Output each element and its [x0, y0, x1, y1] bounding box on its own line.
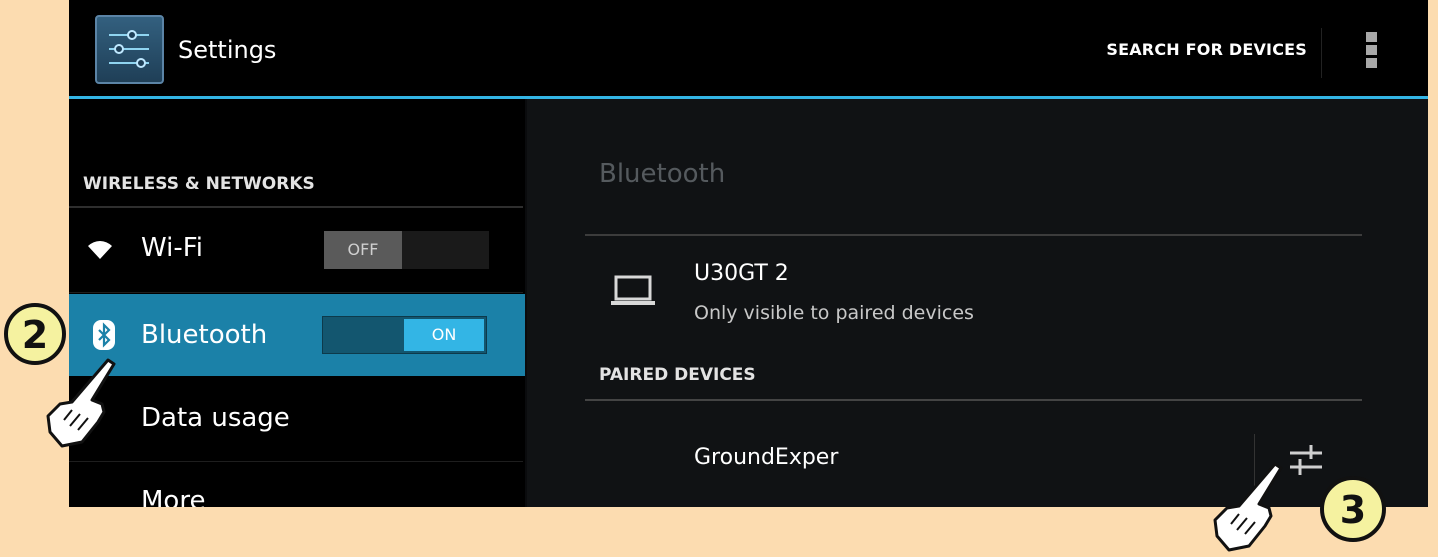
list-divider: [69, 292, 523, 293]
page-title: Settings: [178, 36, 277, 64]
bluetooth-detail-pane: Bluetooth U30GT 2 Only visible to paired…: [527, 99, 1428, 507]
bluetooth-toggle[interactable]: ON: [322, 316, 487, 354]
paired-divider-line: [585, 399, 1362, 401]
sidebar-item-label: Bluetooth: [141, 320, 268, 350]
step-badge-3: 3: [1320, 476, 1386, 542]
section-header-wireless: WIRELESS & NETWORKS: [83, 174, 315, 194]
list-divider: [69, 461, 523, 462]
section-divider: [69, 206, 523, 208]
paired-devices-header: PAIRED DEVICES: [599, 365, 756, 385]
bluetooth-icon: [93, 320, 115, 350]
paired-device-name[interactable]: GroundExper: [694, 445, 838, 470]
settings-app-icon[interactable]: [95, 15, 164, 84]
android-settings-screen: Settings SEARCH FOR DEVICES WIRELESS & N…: [69, 0, 1428, 507]
wifi-icon: [88, 241, 112, 259]
local-device-name[interactable]: U30GT 2: [694, 261, 789, 286]
laptop-icon: [611, 275, 655, 305]
toggle-state: OFF: [324, 231, 402, 269]
wifi-toggle[interactable]: OFF: [324, 231, 489, 269]
sidebar-item-data-usage[interactable]: Data usage: [69, 379, 525, 459]
settings-list: WIRELESS & NETWORKS Wi-Fi OFF Bluetooth …: [69, 99, 525, 507]
detail-title: Bluetooth: [599, 159, 726, 189]
toggle-state: ON: [404, 319, 484, 351]
pointer-hand-icon: [46, 358, 116, 448]
overflow-menu-icon[interactable]: [1366, 32, 1378, 72]
sidebar-item-wifi[interactable]: Wi-Fi OFF: [69, 209, 525, 289]
detail-divider: [585, 234, 1362, 236]
visibility-status: Only visible to paired devices: [694, 302, 974, 324]
sidebar-item-label: More: [141, 486, 206, 507]
sidebar-item-more[interactable]: More: [69, 464, 525, 507]
sidebar-item-label: Wi-Fi: [141, 233, 204, 263]
device-settings-icon[interactable]: [1287, 441, 1325, 479]
action-bar: Settings SEARCH FOR DEVICES: [69, 0, 1428, 99]
action-bar-divider: [1321, 28, 1322, 78]
search-for-devices-button[interactable]: SEARCH FOR DEVICES: [1106, 40, 1307, 59]
sidebar-item-label: Data usage: [141, 403, 290, 433]
sidebar-item-bluetooth[interactable]: Bluetooth ON: [69, 294, 525, 376]
pointer-hand-icon: [1213, 462, 1283, 552]
